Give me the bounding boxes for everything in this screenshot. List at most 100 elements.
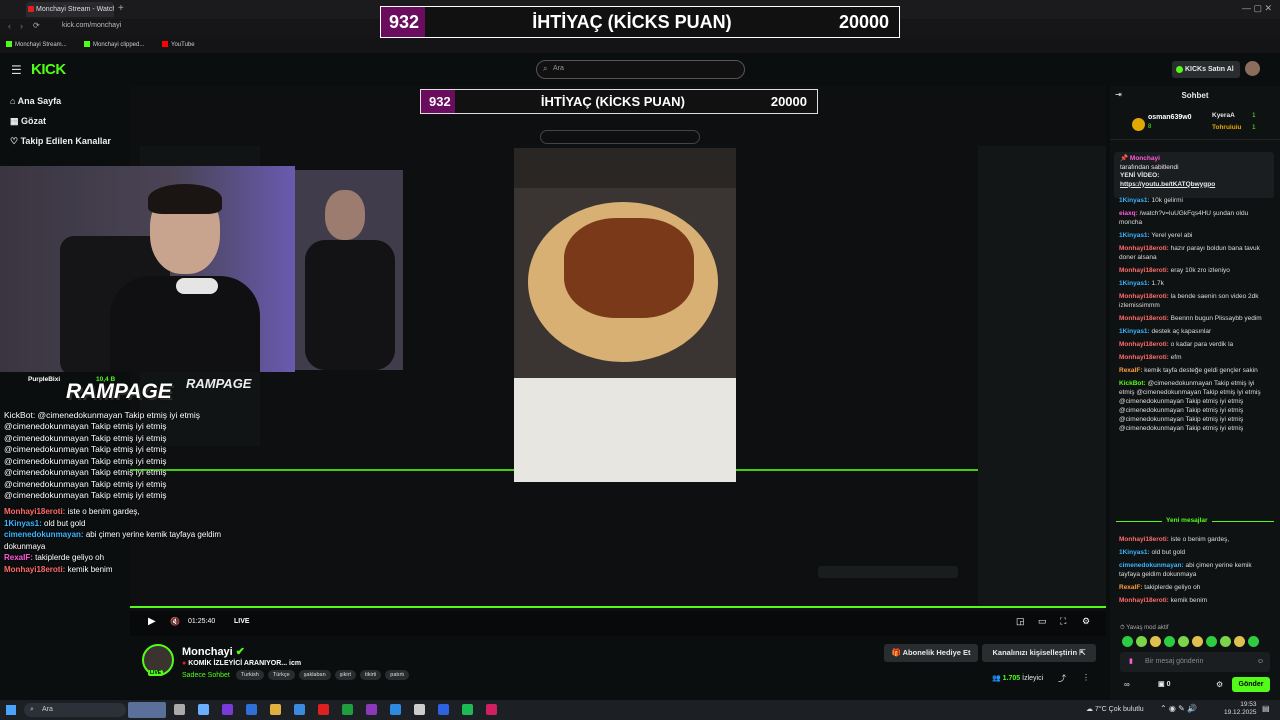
chat-input[interactable]: ▮ Bir mesaj gönderin ☺ (1120, 652, 1270, 672)
chat-username[interactable]: KickBot: (1119, 380, 1146, 387)
sidebar-item-home[interactable]: ⌂ Ana Sayfa (10, 96, 61, 106)
tag-chip[interactable]: şikirt (334, 670, 356, 680)
chat-username[interactable]: Monhayi18eroti: (1119, 245, 1169, 252)
url-text[interactable]: kick.com/monchayi (62, 22, 121, 29)
start-icon[interactable] (6, 705, 16, 715)
back-icon[interactable]: ‹ (8, 21, 11, 31)
window-controls[interactable]: — ▢ ✕ (1242, 3, 1272, 14)
chat-username[interactable]: Monhayi18eroti: (1119, 315, 1169, 322)
chat-username[interactable]: Monhayi18eroti: (1119, 267, 1169, 274)
forward-icon[interactable]: › (20, 21, 23, 31)
chat-username[interactable]: 1Kinyas1: (1119, 197, 1150, 204)
chat-username[interactable]: RexaIF: (1119, 584, 1142, 591)
reload-icon[interactable]: ⟳ (33, 21, 40, 30)
tag-chip[interactable]: şaklaban (298, 670, 331, 680)
bookmark-item[interactable]: YouTube (162, 41, 195, 48)
volume-icon[interactable]: 🔇 (170, 617, 180, 626)
emote-icon[interactable] (1206, 636, 1217, 647)
gift-icon: 🎁 (891, 648, 903, 657)
gifter-name[interactable]: Tohruiuiu (1212, 124, 1241, 131)
emoji-icon[interactable]: ☺ (1257, 652, 1264, 672)
player-progress[interactable] (130, 606, 1106, 608)
taskbar-app-icon[interactable] (198, 704, 209, 715)
chat-username[interactable]: cimenedokunmayan: (1119, 562, 1184, 569)
taskbar-app-icon[interactable] (294, 704, 305, 715)
taskbar-app-icon[interactable] (222, 704, 233, 715)
gift-sub-button[interactable]: 🎁 Abonelik Hediye Et (884, 644, 978, 662)
emote-icon[interactable] (1234, 636, 1245, 647)
sidebar-item-following[interactable]: ♡ Takip Edilen Kanallar (10, 136, 111, 147)
taskbar-app-icon[interactable] (438, 704, 449, 715)
emote-icon[interactable] (1248, 636, 1259, 647)
stream-category[interactable]: Sadece Sohbet (182, 672, 230, 679)
settings-icon[interactable]: ⚙ (1082, 616, 1090, 627)
chat-message: 1Kinyas1: 1.7k (1119, 279, 1271, 288)
tag-chip[interactable]: patırtı (385, 670, 410, 680)
kick-logo[interactable]: KICK (31, 61, 66, 78)
channel-points[interactable]: ▣ 0 (1158, 680, 1170, 688)
menu-icon[interactable]: ☰ (11, 63, 22, 77)
browser-tab[interactable]: Monchayi Stream - Watch (26, 2, 114, 17)
sidebar-item-browse[interactable]: ▦ Gözat (10, 116, 46, 127)
top-gifter-name[interactable]: osman639w0 (1148, 114, 1192, 121)
emote-icon[interactable] (1150, 636, 1161, 647)
taskbar-app-icon[interactable] (486, 704, 497, 715)
more-icon[interactable]: ⋮ (1082, 673, 1090, 682)
viewers-icon: 👥 (992, 675, 1003, 682)
chat-username[interactable]: Monhayi18eroti: (1119, 597, 1169, 604)
emote-icon[interactable] (1220, 636, 1231, 647)
send-button[interactable]: Gönder (1232, 677, 1270, 692)
tag-chip[interactable]: Turkish (236, 670, 264, 680)
play-icon[interactable]: ▶ (148, 616, 156, 627)
emote-icon[interactable] (1192, 636, 1203, 647)
avatar[interactable] (1245, 61, 1260, 76)
chat-username[interactable]: 1Kinyas1: (1119, 232, 1150, 239)
chat-username[interactable]: RexaIF: (1119, 367, 1142, 374)
fullscreen-icon[interactable]: ⛶ (1060, 616, 1066, 627)
clock[interactable]: 19:53 19.12.2025 (1224, 701, 1257, 717)
kicks-icon[interactable]: ∞ (1124, 680, 1130, 689)
kicks-buy-button[interactable]: KICKs Satın Al (1172, 61, 1240, 78)
emote-icon[interactable] (1122, 636, 1133, 647)
chat-username[interactable]: eiaxq: (1119, 210, 1138, 217)
taskbar-news-widget[interactable] (128, 702, 166, 718)
chat-username[interactable]: 1Kinyas1: (1119, 549, 1150, 556)
customize-channel-button[interactable]: Kanalınızı kişiselleştirin ⇱ (982, 644, 1096, 662)
chat-username[interactable]: Monhayi18eroti: (1119, 341, 1169, 348)
system-tray-icons[interactable]: ⌃ ◉ ✎ 🔊 (1160, 704, 1197, 713)
chat-username[interactable]: Monhayi18eroti: (1119, 293, 1169, 300)
pinned-link[interactable]: https://youtu.be/tKATQbwygpo (1120, 181, 1268, 190)
browse-icon: ▦ (10, 116, 22, 126)
chat-username[interactable]: 1Kinyas1: (1119, 280, 1150, 287)
taskbar-app-icon[interactable] (318, 704, 329, 715)
taskbar-search[interactable]: ⌕ Ara (24, 703, 126, 717)
tag-chip[interactable]: Türkçe (267, 670, 295, 680)
chat-settings-icon[interactable]: ⚙ (1216, 680, 1223, 689)
tag-chip[interactable]: tikirti (359, 670, 382, 680)
emote-icon[interactable] (1136, 636, 1147, 647)
taskbar-app-icon[interactable] (270, 704, 281, 715)
chat-username[interactable]: Monhayi18eroti: (1119, 354, 1169, 361)
theater-icon[interactable]: ▭ (1038, 616, 1047, 627)
taskbar-app-icon[interactable] (366, 704, 377, 715)
taskbar-app-icon[interactable] (462, 704, 473, 715)
bookmark-item[interactable]: Monchayi Stream... (6, 41, 67, 48)
taskbar-app-icon[interactable] (174, 704, 185, 715)
bookmark-item[interactable]: Monchayi clipped... (84, 41, 144, 48)
taskbar-app-icon[interactable] (246, 704, 257, 715)
emote-icon[interactable] (1164, 636, 1175, 647)
chat-username[interactable]: 1Kinyas1: (1119, 328, 1150, 335)
taskbar-app-icon[interactable] (414, 704, 425, 715)
weather-widget[interactable]: ☁ 7°C Çok bulutlu (1086, 705, 1144, 713)
channel-name[interactable]: Monchayi ✔ (182, 645, 245, 658)
emote-icon[interactable] (1178, 636, 1189, 647)
new-tab-icon[interactable]: + (118, 3, 124, 14)
taskbar-app-icon[interactable] (342, 704, 353, 715)
taskbar-app-icon[interactable] (390, 704, 401, 715)
gifter-name[interactable]: KyeraA (1212, 112, 1235, 119)
pip-icon[interactable]: ◲ (1016, 616, 1025, 627)
search-input[interactable]: ⌕ Ara (536, 60, 745, 79)
chat-username[interactable]: Monhayi18eroti: (1119, 536, 1169, 543)
share-icon[interactable]: ⤴ (1058, 673, 1066, 684)
notification-icon[interactable]: ▤ (1262, 704, 1270, 713)
